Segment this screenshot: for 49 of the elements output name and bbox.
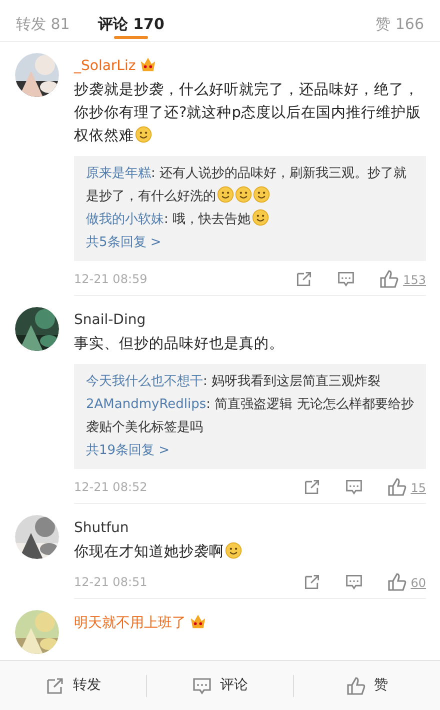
username[interactable]: _SolarLiz <box>74 58 136 74</box>
comment-icon[interactable] <box>344 573 363 591</box>
username[interactable]: Snail-Ding <box>74 312 146 328</box>
reply-text: 做我的小软妹: 哦，快去告她 <box>86 208 414 231</box>
like-count[interactable]: 15 <box>410 479 426 497</box>
thumbs-up-icon[interactable] <box>386 572 407 592</box>
share-icon[interactable] <box>302 478 321 496</box>
tab[interactable]: 转发 81 <box>14 1 72 41</box>
comment-icon[interactable] <box>344 478 363 496</box>
username[interactable]: 明天就不用上班了 <box>74 615 186 631</box>
comment-button[interactable]: 评论 <box>147 674 293 697</box>
timestamp: 12-21 08:51 <box>74 574 148 591</box>
reply-username[interactable]: 今天我什么也不想干 <box>86 374 203 389</box>
emoji-icon <box>252 209 269 226</box>
comment-text: 你现在才知道她抄袭啊 <box>74 541 426 564</box>
share-icon[interactable] <box>302 573 321 591</box>
vip-badge-icon <box>189 613 207 629</box>
tab[interactable]: 评论 170 <box>96 1 166 41</box>
tab[interactable]: 赞 166 <box>374 1 426 41</box>
like-count[interactable]: 60 <box>410 574 426 592</box>
more-replies-link[interactable]: 共19条回复 > <box>86 439 414 463</box>
more-replies-link[interactable]: 共5条回复 > <box>86 231 414 255</box>
share-icon <box>45 676 65 696</box>
comment-text: 抄袭就是抄袭，什么好听就完了，还品味好，绝了，你抄你有理了还?就这种p态度以后在国内推行维护版权依然难 <box>74 80 422 146</box>
thumbs-up-icon <box>346 676 366 696</box>
like-count[interactable]: 153 <box>403 271 426 289</box>
emoji-icon <box>217 186 234 203</box>
comment-icon <box>192 676 212 696</box>
like-button[interactable]: 赞 <box>294 674 440 697</box>
comment-icon[interactable] <box>337 270 356 288</box>
thumbs-up-icon[interactable] <box>386 477 407 497</box>
share-button[interactable]: 转发 <box>0 674 146 697</box>
username[interactable]: Shutfun <box>74 520 129 536</box>
reply-username[interactable]: 做我的小软妹 <box>86 212 164 227</box>
emoji-icon <box>135 126 152 143</box>
comment-text: 事实、但抄的品味好也是真的。 <box>74 334 285 354</box>
thumbs-up-icon[interactable] <box>379 269 400 289</box>
reply-text: 今天我什么也不想干: 妈呀我看到这层简直三观炸裂 <box>86 373 382 391</box>
reply-username[interactable]: 原来是年糕 <box>86 166 151 181</box>
reply-username[interactable]: 2AMandmyRedlips <box>86 397 206 412</box>
share-icon[interactable] <box>295 270 314 288</box>
reply-text: 2AMandmyRedlips: 简直强盗逻辑 无论怎么样都要给抄袭贴个美化标签是吗 <box>86 396 414 437</box>
reply-text: 原来是年糕: 还有人说抄的品味好，刷新我三观。抄了就是抄了，有什么好洗的 <box>86 165 408 206</box>
emoji-icon <box>235 186 252 203</box>
timestamp: 12-21 08:59 <box>74 271 148 288</box>
emoji-icon <box>253 186 270 203</box>
timestamp: 12-21 08:52 <box>74 479 148 496</box>
emoji-icon <box>225 542 242 559</box>
vip-badge-icon <box>138 56 157 72</box>
